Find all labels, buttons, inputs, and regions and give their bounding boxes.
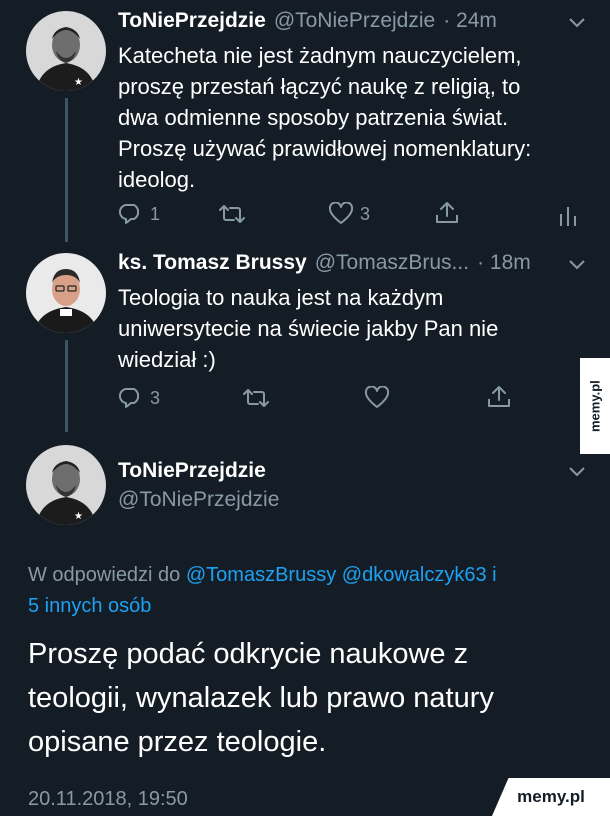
user-handle[interactable]: @ToNiePrzejdzie (118, 488, 279, 512)
share-icon (436, 202, 458, 223)
retweet-icon (219, 205, 245, 223)
reply-context: W odpowiedzi do @TomaszBrussy @dkowalczy… (28, 560, 588, 622)
avatar[interactable]: ★ (26, 11, 106, 91)
tweet-text-line: Proszę używać prawidłowej nomenklatury: (118, 136, 532, 161)
reply-icon (118, 387, 140, 408)
analytics-icon (560, 207, 576, 226)
tweet-text-line: Teologia to nauka jest na każdym (118, 285, 444, 310)
analytics-button[interactable] (558, 204, 578, 228)
display-name[interactable]: ks. Tomasz Brussy (118, 251, 307, 275)
reply-count: 3 (150, 387, 161, 408)
like-button[interactable]: 3 (328, 202, 370, 226)
share-button[interactable] (434, 200, 460, 226)
user-handle[interactable]: @TomaszBrus... (315, 251, 469, 275)
retweet-icon (243, 389, 269, 407)
heart-icon (364, 386, 390, 408)
tweet-text: Katecheta nie jest żadnym nauczycielem, … (118, 40, 588, 195)
reply-conjunction: i (492, 564, 497, 586)
tweet-text: Teologia to nauka jest na każdym uniwers… (118, 282, 568, 375)
chevron-down-icon[interactable] (568, 17, 586, 29)
share-button[interactable] (486, 384, 512, 410)
like-count: 3 (360, 203, 371, 224)
tweet-text-line: dwa odmienne sposoby patrzenia świat. (118, 105, 509, 130)
reply-prefix: W odpowiedzi do (28, 564, 181, 586)
svg-text:★: ★ (74, 77, 83, 88)
chevron-down-icon[interactable] (568, 466, 586, 478)
chevron-down-icon[interactable] (568, 259, 586, 271)
like-button[interactable] (364, 386, 390, 410)
tweet-text-line: uniwersytecie na świecie jakby Pan nie (118, 316, 499, 341)
retweet-button[interactable] (242, 386, 270, 410)
reply-icon (118, 203, 140, 224)
tweet-text-line: teologii, wynalazek lub prawo natury (28, 682, 494, 714)
heart-icon (328, 202, 354, 224)
watermark-corner: memy.pl (492, 778, 610, 816)
mention-link[interactable]: @dkowalczyk63 (342, 564, 487, 586)
main-tweet-text: Proszę podać odkrycie naukowe z teologii… (28, 632, 588, 764)
avatar[interactable] (26, 253, 106, 333)
tweet-time[interactable]: · 18m (477, 251, 531, 275)
avatar[interactable]: ★ (26, 445, 106, 525)
tweet-header: ks. Tomasz Brussy @TomaszBrus... · 18m (118, 251, 531, 275)
thread-line (65, 98, 68, 242)
tweet-text-line: Katecheta nie jest żadnym nauczycielem, (118, 43, 522, 68)
display-name[interactable]: ToNiePrzejdzie (118, 459, 266, 483)
tweet-timestamp[interactable]: 20.11.2018, 19:50 (28, 788, 188, 811)
tweet-text-line: opisane przez teologie. (28, 726, 327, 758)
reply-button[interactable]: 3 (118, 386, 160, 410)
retweet-button[interactable] (218, 202, 246, 226)
thread-line (65, 340, 68, 432)
watermark-side: memy.pl (580, 358, 610, 454)
tweet-header: ToNiePrzejdzie @ToNiePrzejdzie · 24m (118, 9, 497, 33)
display-name[interactable]: ToNiePrzejdzie (118, 9, 266, 33)
reply-count: 1 (150, 203, 161, 224)
share-icon (488, 386, 510, 407)
svg-text:★: ★ (74, 511, 83, 522)
tweet-text-line: ideolog. (118, 167, 196, 192)
tweet-text-line: Proszę podać odkrycie naukowe z (28, 638, 469, 670)
tweet-text-line: wiedział :) (118, 347, 216, 372)
reply-button[interactable]: 1 (118, 202, 160, 226)
tweet-text-line: proszę przestań łączyć naukę z religią, … (118, 74, 521, 99)
mention-link[interactable]: @TomaszBrussy (186, 564, 336, 586)
tweet-time[interactable]: · 24m (443, 9, 497, 33)
user-handle[interactable]: @ToNiePrzejdzie (274, 9, 435, 33)
others-link[interactable]: 5 innych osób (28, 595, 151, 617)
